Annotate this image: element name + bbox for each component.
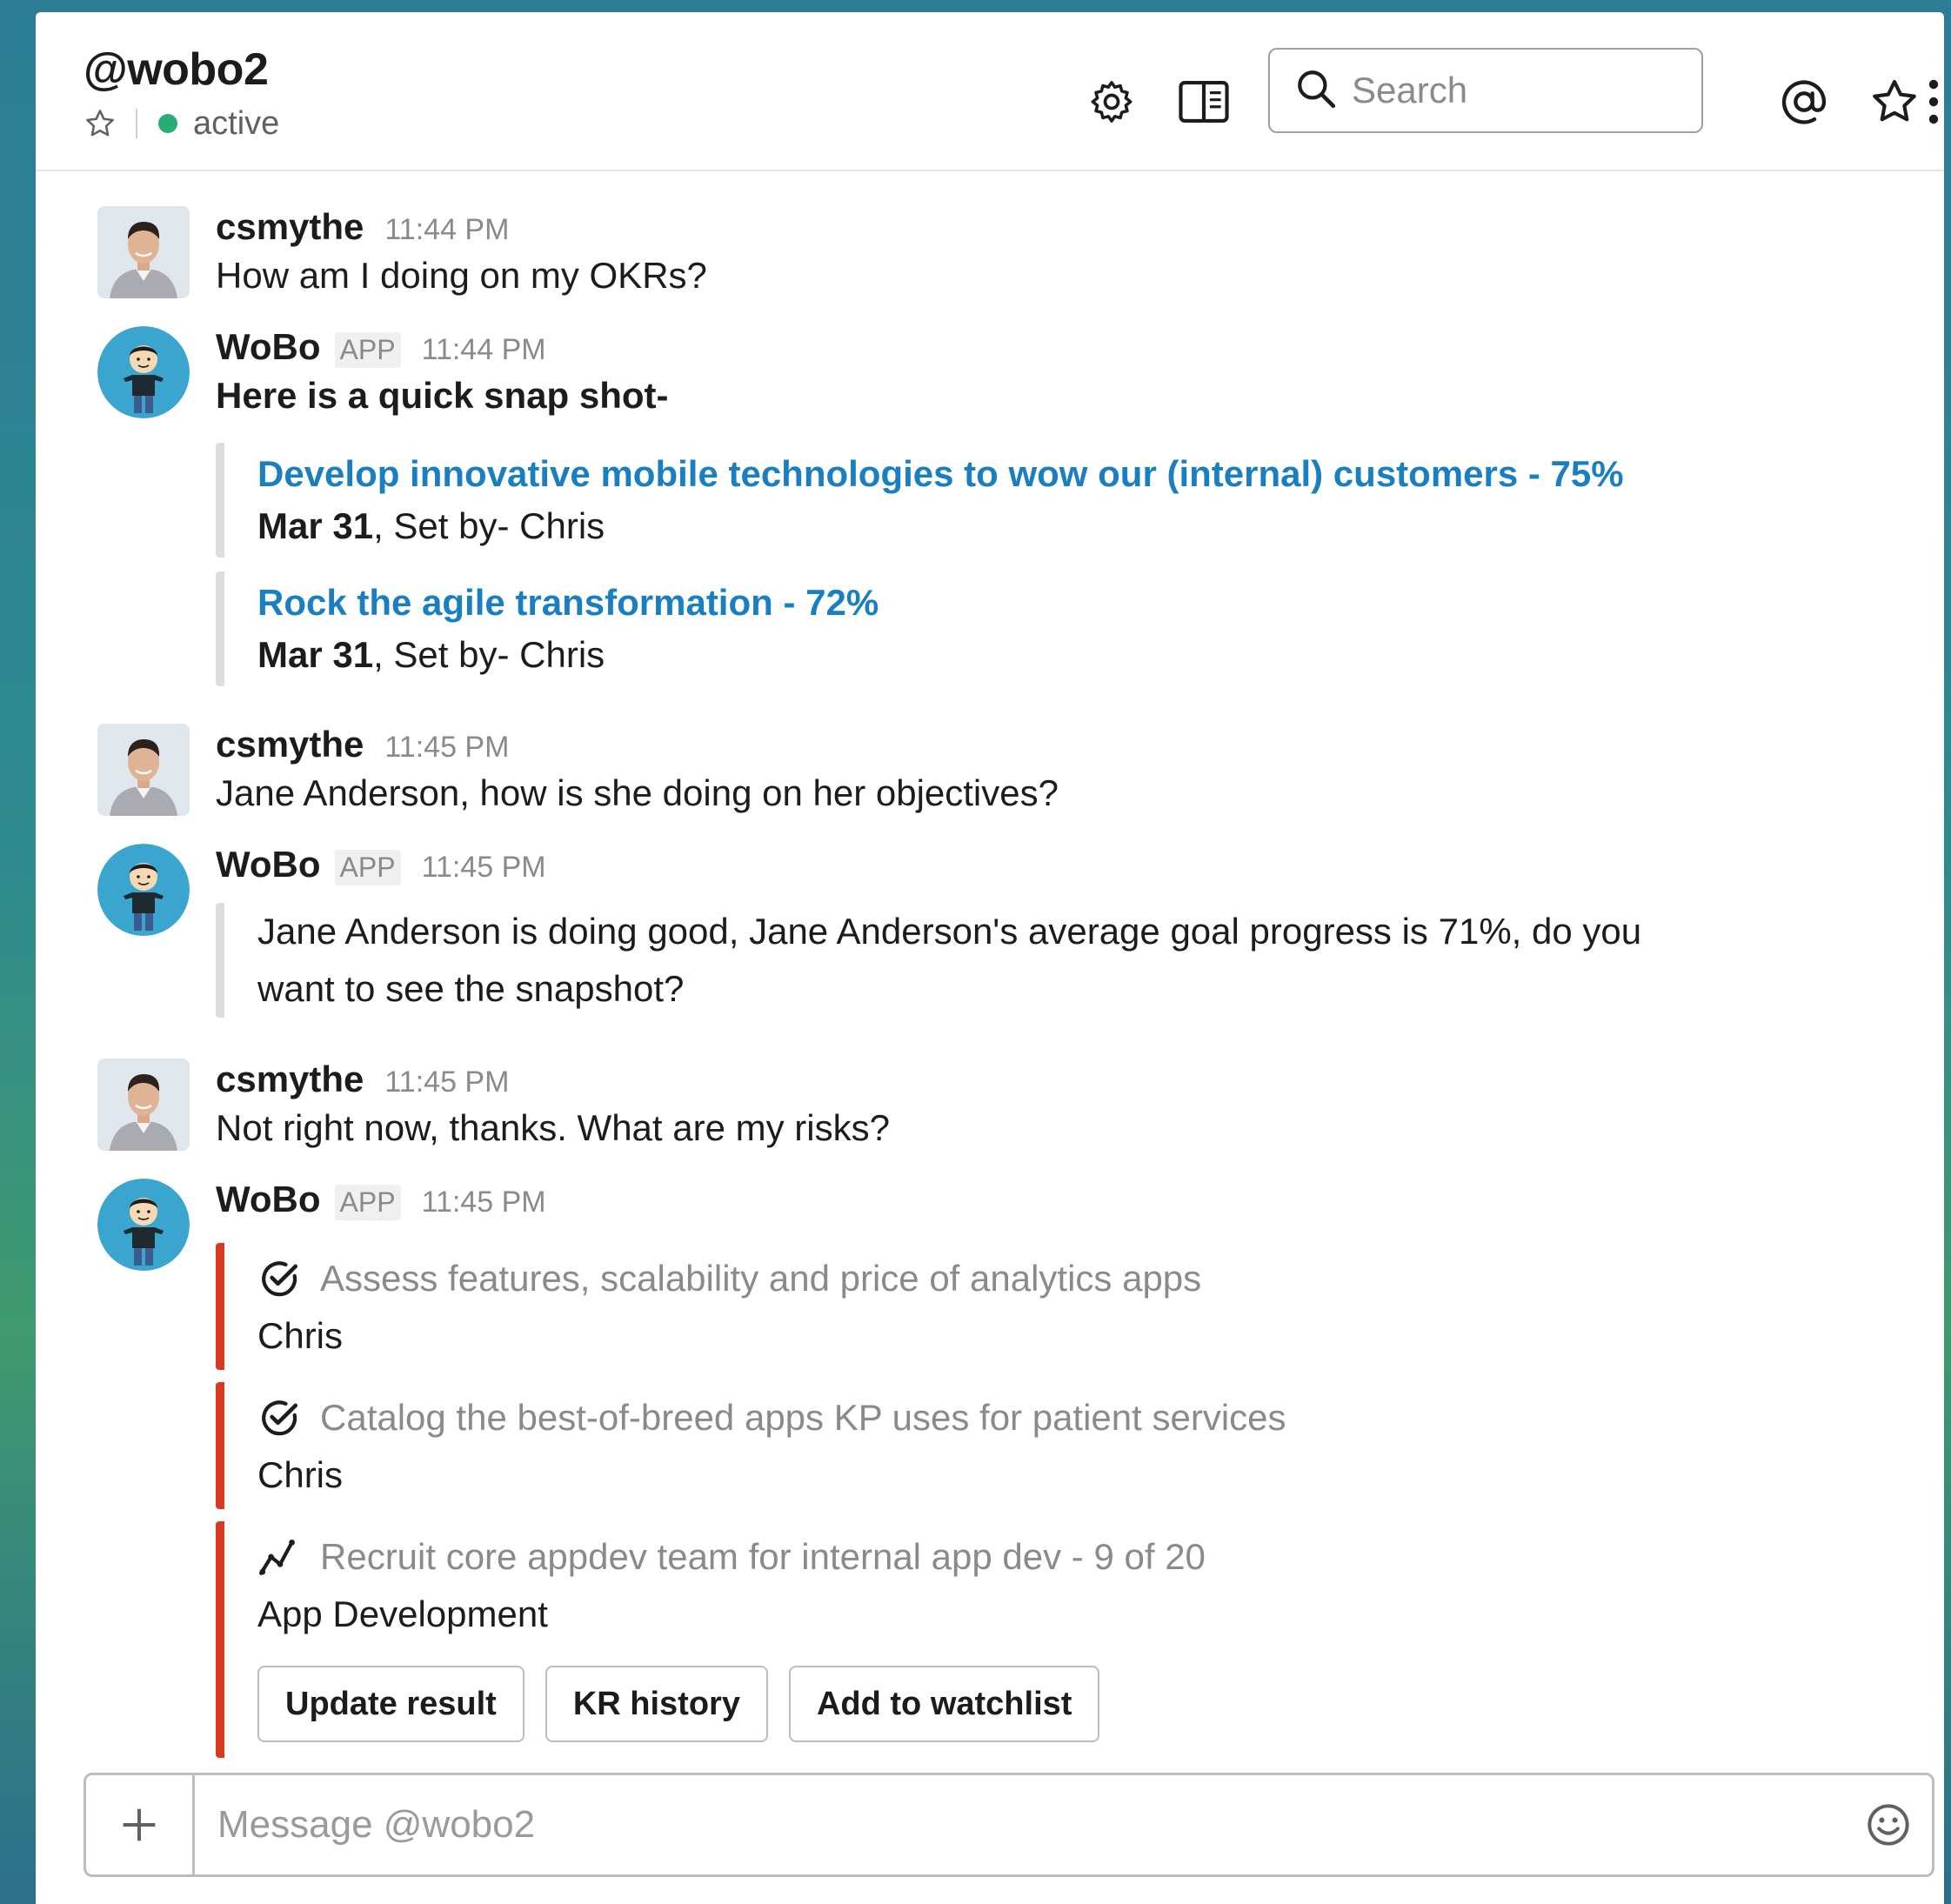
check-circle-icon (257, 1257, 301, 1300)
risk-title-row: Assess features, scalability and price o… (257, 1250, 1201, 1307)
timestamp[interactable]: 11:44 PM (384, 213, 509, 247)
user-avatar[interactable] (97, 1059, 190, 1151)
message-text: Jane Anderson, how is she doing on her o… (216, 772, 1059, 813)
plus-icon (123, 1808, 156, 1841)
risk-title[interactable]: Catalog the best-of-breed apps KP uses f… (320, 1397, 1286, 1439)
okr-link[interactable]: Develop innovative mobile technologies t… (257, 448, 1624, 500)
reply-attachment: Jane Anderson is doing good, Jane Anders… (216, 903, 1684, 1018)
user-avatar[interactable] (97, 206, 190, 298)
message-text: Not right now, thanks. What are my risks… (216, 1107, 890, 1148)
timestamp[interactable]: 11:45 PM (384, 731, 509, 765)
sender-name[interactable]: csmythe (216, 724, 364, 765)
attachment-text: Jane Anderson is doing good, Jane Anders… (257, 911, 1642, 1009)
risk-attachment: Assess features, scalability and price o… (216, 1243, 1201, 1370)
app-badge: APP (334, 1185, 401, 1220)
trend-line-icon (257, 1535, 301, 1579)
channel-header: @wobo2 active (36, 12, 1944, 171)
starred-items-icon[interactable] (1864, 71, 1925, 132)
okr-attachment: Rock the agile transformation - 72% Mar … (216, 571, 879, 686)
search-input[interactable] (1350, 69, 1684, 112)
okr-link[interactable]: Rock the agile transformation - 72% (257, 577, 879, 629)
message-header: csmythe 11:44 PM (216, 206, 509, 248)
okr-meta: Mar 31, Set by- Chris (257, 629, 879, 681)
okr-due-date: Mar 31 (257, 505, 374, 546)
mentions-icon[interactable] (1774, 71, 1834, 132)
timestamp[interactable]: 11:44 PM (422, 333, 546, 367)
bot-avatar[interactable] (97, 844, 190, 936)
sender-name[interactable]: WoBo (216, 326, 321, 368)
action-buttons: Update result KR history Add to watchlis… (257, 1666, 1206, 1742)
okr-owner: , Set by- Chris (373, 634, 605, 675)
search-icon (1294, 67, 1338, 115)
message-header: WoBo APP 11:45 PM (216, 844, 546, 885)
risk-title[interactable]: Recruit core appdev team for internal ap… (320, 1536, 1206, 1578)
attach-plus-button[interactable] (86, 1775, 195, 1874)
message-list: csmythe 11:44 PM How am I doing on my OK… (36, 171, 1944, 1767)
bot-avatar[interactable] (97, 326, 190, 418)
kr-history-button[interactable]: KR history (545, 1666, 768, 1742)
message-header: WoBo APP 11:44 PM (216, 326, 546, 368)
risk-owner: Chris (257, 1454, 344, 1495)
okr-meta: Mar 31, Set by- Chris (257, 500, 1624, 552)
risk-attachment: Catalog the best-of-breed apps KP uses f… (216, 1382, 1286, 1509)
star-icon[interactable] (84, 107, 117, 140)
timestamp[interactable]: 11:45 PM (384, 1066, 509, 1099)
message-text: How am I doing on my OKRs? (216, 255, 707, 296)
sidebar-toggle-icon[interactable] (1173, 71, 1234, 132)
risk-owner: Chris (257, 1315, 344, 1356)
risk-title-row: Catalog the best-of-breed apps KP uses f… (257, 1389, 1286, 1446)
more-options-icon[interactable] (1923, 71, 1944, 132)
user-avatar[interactable] (97, 724, 190, 816)
message-header: csmythe 11:45 PM (216, 724, 509, 765)
risk-attachment: Recruit core appdev team for internal ap… (216, 1521, 1206, 1758)
message-composer (84, 1773, 1934, 1877)
risk-title-row: Recruit core appdev team for internal ap… (257, 1528, 1206, 1586)
sender-name[interactable]: WoBo (216, 1179, 321, 1220)
message-header: WoBo APP 11:45 PM (216, 1179, 546, 1220)
meta-divider (136, 109, 137, 138)
emoji-icon[interactable] (1845, 1775, 1932, 1874)
presence-status: active (193, 104, 280, 142)
channel-meta: active (84, 102, 279, 145)
risk-owner: App Development (257, 1593, 548, 1634)
chat-window: @wobo2 active Search csmythe 11:44 PM Ho… (36, 12, 1944, 1904)
sender-name[interactable]: csmythe (216, 206, 364, 248)
app-badge: APP (334, 850, 401, 885)
update-result-button[interactable]: Update result (257, 1666, 524, 1742)
channel-title[interactable]: @wobo2 (84, 43, 269, 96)
okr-attachment: Develop innovative mobile technologies t… (216, 443, 1624, 558)
timestamp[interactable]: 11:45 PM (422, 851, 546, 885)
gear-icon[interactable] (1081, 71, 1142, 132)
presence-dot-icon (158, 114, 177, 133)
add-to-watchlist-button[interactable]: Add to watchlist (788, 1666, 1100, 1742)
check-circle-icon (257, 1396, 301, 1440)
okr-due-date: Mar 31 (257, 634, 374, 675)
bot-avatar[interactable] (97, 1179, 190, 1271)
sender-name[interactable]: WoBo (216, 844, 321, 885)
timestamp[interactable]: 11:45 PM (422, 1186, 546, 1219)
message-input[interactable] (195, 1775, 1845, 1874)
message-header: csmythe 11:45 PM (216, 1059, 509, 1100)
message-text: Here is a quick snap shot- (216, 375, 669, 416)
okr-owner: , Set by- Chris (373, 505, 605, 546)
search-box[interactable] (1268, 48, 1703, 133)
risk-title[interactable]: Assess features, scalability and price o… (320, 1258, 1201, 1299)
sender-name[interactable]: csmythe (216, 1059, 364, 1100)
app-badge: APP (334, 332, 401, 368)
